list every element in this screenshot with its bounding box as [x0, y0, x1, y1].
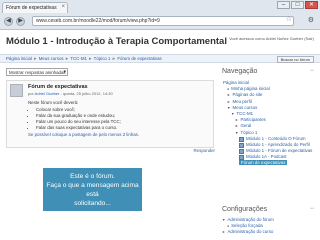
byline-prefix: por	[28, 91, 34, 96]
module-icon	[239, 136, 244, 142]
nav-profile-label: Meu perfil	[232, 98, 252, 104]
breadcrumb-separator: ►	[33, 56, 38, 61]
list-item: Falar das suas expectativas para o curso…	[36, 125, 208, 131]
breadcrumb-forum[interactable]: Fórum de expectativas	[117, 56, 161, 61]
reply-link[interactable]: Responder	[194, 148, 215, 153]
collapse-arrow-icon: ▼	[231, 112, 235, 117]
navigation-tree: Página inicial ● Minha página inicial ► Pá…	[222, 80, 314, 166]
avatar[interactable]	[10, 84, 23, 97]
forum-icon	[239, 148, 244, 154]
post-task-list: Colocar sobre você; Falar da sua graduaç…	[36, 107, 208, 131]
forum-post: Fórum de expectativas por Adriel Gueber …	[6, 80, 214, 148]
breadcrumb-separator: ►	[88, 56, 93, 61]
breadcrumb-course[interactable]: TCC-M1	[70, 56, 87, 61]
callout-line-3: solicitando...	[74, 199, 111, 207]
config-item-label: Administração do fórum	[227, 217, 274, 222]
instruction-callout: Este é o fórum. Faça o que a mensagem ac…	[43, 168, 142, 211]
nav-course-label: TCC-M1	[236, 111, 254, 117]
post-byline: por Adriel Gueber - quarta, 25 julho 201…	[28, 91, 113, 96]
expand-arrow-icon: ►	[227, 93, 231, 98]
callout-line-1: Este é o fórum.	[70, 172, 115, 180]
nav-active-item[interactable]: Fórum de expectativas	[222, 159, 314, 166]
display-mode-select[interactable]: Mostrar respostas aninhadas ▾	[6, 68, 68, 76]
post-date: - quarta, 25 julho 2012, 14:30	[60, 91, 113, 96]
nav-topic-label: Tópico 1	[240, 129, 258, 135]
navigation-title: Navegação	[222, 68, 258, 75]
expand-arrow-icon: ►	[222, 230, 226, 234]
nav-site-pages-label: Páginas do site	[232, 92, 263, 98]
browser-tab[interactable]: Fórum de expectativas ×	[2, 2, 68, 13]
breadcrumb-separator: ►	[64, 56, 70, 61]
config-block-title: Configurações ▫▫	[222, 206, 314, 213]
login-info[interactable]: Você acessou como Adriel Nuñez Gueber (S…	[229, 36, 314, 41]
post-subject: Fórum de expectativas	[28, 84, 88, 90]
browser-chrome: Fórum de expectativas × – □ ✕ ◀ ▶ www.ce…	[0, 0, 320, 30]
breadcrumb-topic[interactable]: Tópico 1	[94, 56, 111, 61]
collapse-arrow-icon: ▼	[222, 218, 226, 222]
collapse-arrow-icon: ▼	[227, 105, 231, 110]
tab-close-icon[interactable]: ×	[61, 4, 65, 10]
config-item[interactable]: ► Administração do curso	[222, 229, 314, 235]
nav-module-label: Módulo 1 - Conteúdo O Fórum	[246, 135, 306, 141]
expand-arrow-icon: ►	[235, 124, 239, 129]
config-item-label: Seleção forçada	[231, 223, 263, 228]
breadcrumb-links: Página inicial ► Meus cursos ► TCC-M1 ► …	[6, 56, 162, 61]
post-body: Neste fórum você deverá: Colocar sobre v…	[28, 100, 208, 138]
post-footer: Se possível coloque a postagem de pelo m…	[28, 132, 140, 137]
config-item-label: Administração do curso	[227, 229, 274, 234]
minimize-button[interactable]: –	[277, 1, 290, 9]
bullet-icon: ●	[227, 87, 230, 92]
collapse-arrow-icon: ▼	[235, 130, 239, 135]
nav-module-label: Módulo 1 - Aprendizado do Perfil	[246, 141, 310, 147]
nav-home-label: Página inicial	[223, 80, 249, 85]
nav-general-label: Geral	[240, 123, 252, 129]
nav-active-label: Fórum de expectativas	[239, 159, 288, 165]
breadcrumb-my-courses[interactable]: Meus cursos	[39, 56, 64, 61]
breadcrumb-home[interactable]: Página inicial	[6, 56, 32, 61]
breadcrumb-separator: ►	[111, 56, 117, 61]
display-mode-value: Mostrar respostas aninhadas	[9, 70, 66, 75]
wrench-menu-icon[interactable]: ⚙	[308, 16, 314, 24]
bookmark-star-icon[interactable]: ☆	[286, 15, 292, 23]
block-controls-icon[interactable]: ▫▫	[310, 68, 314, 74]
nav-my-home-label: Minha página inicial	[231, 86, 270, 92]
block-controls-icon[interactable]: ▫▫	[310, 206, 314, 212]
chevron-down-icon: ▾	[63, 69, 66, 75]
back-button[interactable]: ◀	[4, 17, 13, 26]
post-author-link[interactable]: Adriel Gueber	[35, 91, 60, 96]
nav-module-label: Módulo 1 - Fórum de expectativas	[246, 147, 313, 153]
address-bar[interactable]: www.ceseb.com.br/moodle22/mod/forum/view…	[32, 16, 294, 26]
nav-participants-label: Participantes	[240, 117, 266, 123]
expand-arrow-icon: ►	[227, 99, 231, 104]
forward-button[interactable]: ▶	[16, 17, 25, 26]
maximize-button[interactable]: □	[291, 1, 304, 9]
tab-title: Fórum de expectativas	[6, 5, 57, 11]
breadcrumb: Página inicial ► Meus cursos ► TCC-M1 ► …	[0, 54, 320, 63]
config-title: Configurações	[222, 206, 268, 213]
course-title: Módulo 1 - Introdução à Terapia Comporta…	[6, 36, 227, 47]
nav-module-label: Módulo 1A - Podcast	[246, 153, 287, 159]
bullet-icon: ●	[227, 224, 230, 228]
module-icon	[239, 142, 244, 148]
navigation-block-title: Navegação ▫▫	[222, 68, 314, 75]
nav-my-courses-label: Meus cursos	[232, 104, 258, 110]
config-tree: ▼ Administração do fórum ● Seleção forçada…	[222, 217, 314, 235]
search-forum-button[interactable]: Buscar no fórum	[276, 56, 314, 63]
callout-line-2: Faça o que a mensagem acima está	[46, 181, 139, 198]
close-window-button[interactable]: ✕	[305, 1, 318, 9]
expand-arrow-icon: ►	[235, 118, 239, 123]
window-controls: – □ ✕	[277, 1, 318, 9]
post-greeting: Neste fórum você deverá:	[28, 100, 79, 105]
browser-toolbar: ◀ ▶ www.ceseb.com.br/moodle22/mod/forum/…	[0, 14, 320, 29]
